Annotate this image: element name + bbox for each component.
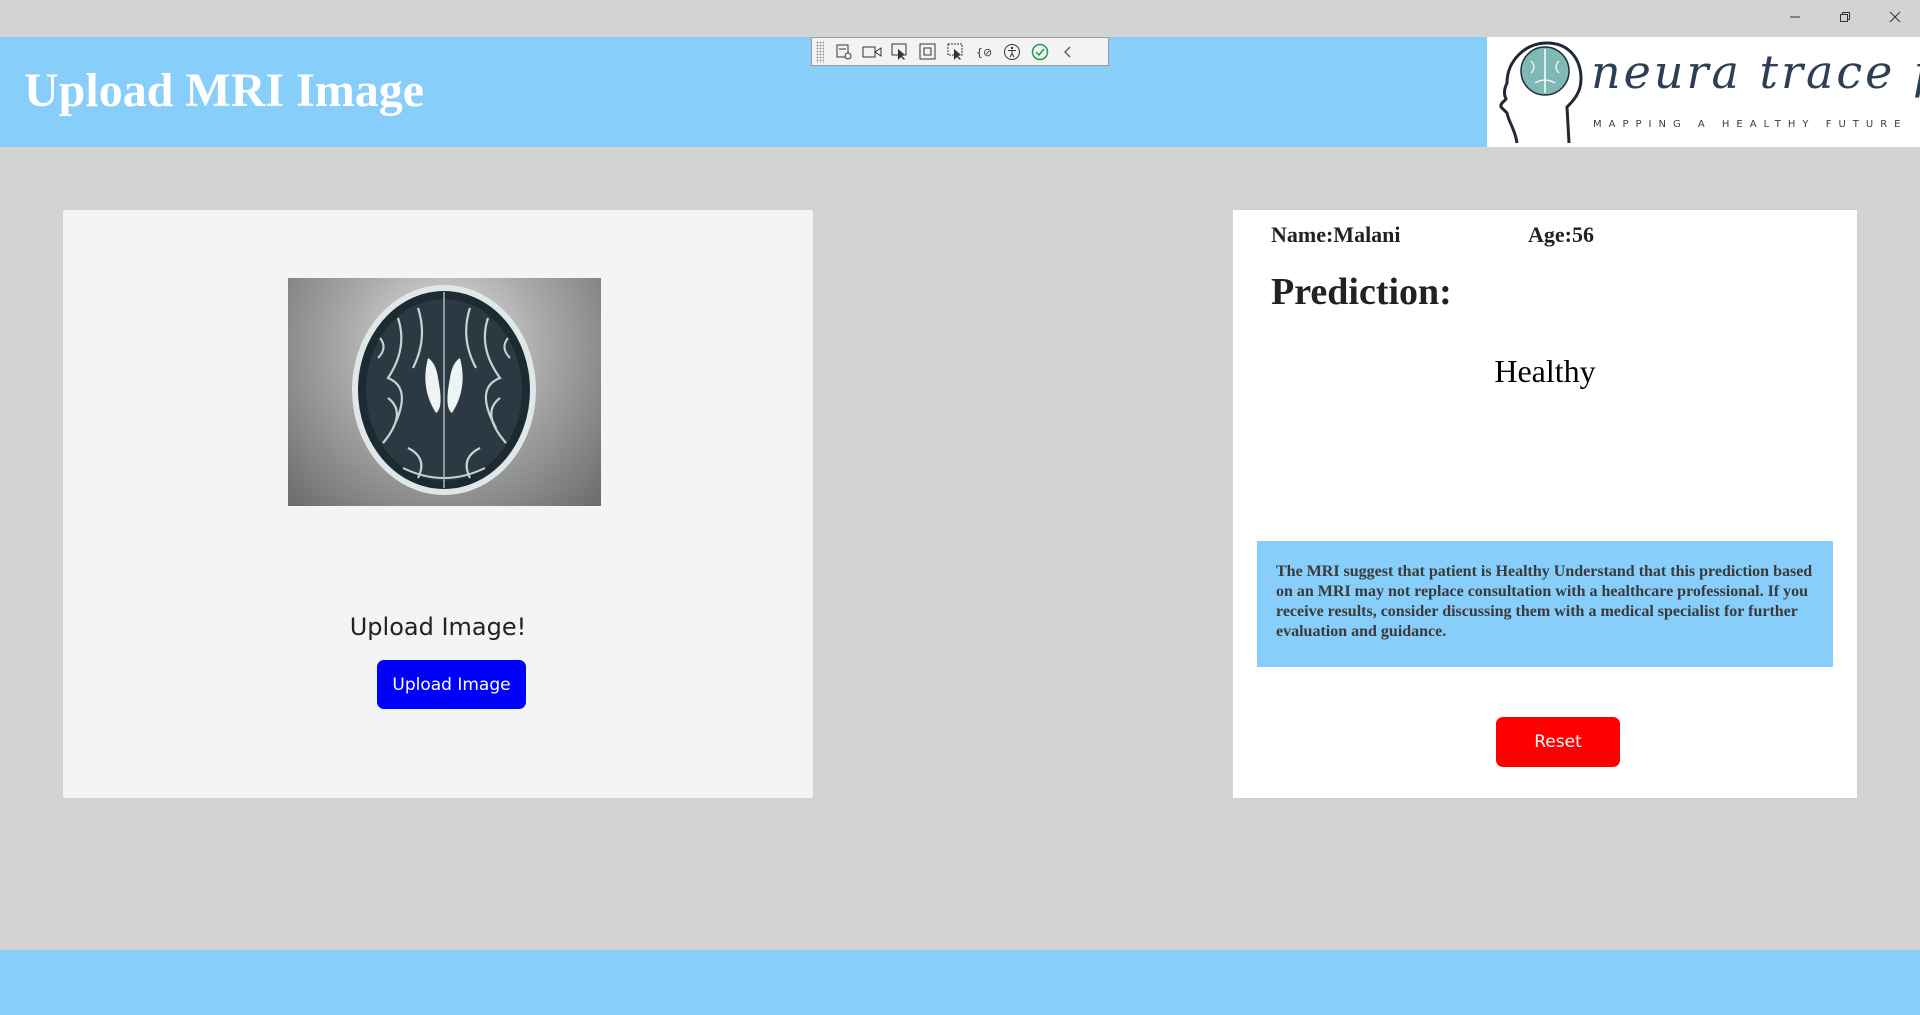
upload-image-button[interactable]: Upload Image — [377, 660, 526, 709]
collapse-icon[interactable] — [1054, 39, 1082, 64]
result-panel: Name:Malani Age:56 Prediction: Healthy T… — [1233, 210, 1857, 798]
reset-button[interactable]: Reset — [1496, 717, 1620, 767]
toolbar-grip[interactable] — [816, 40, 824, 63]
svg-text:{⊘}: {⊘} — [976, 46, 993, 59]
page-title: Upload MRI Image — [24, 64, 425, 117]
track-focus-icon[interactable] — [942, 39, 970, 64]
footer-bar — [0, 950, 1920, 1015]
minimize-icon[interactable] — [1772, 0, 1818, 34]
advice-message: The MRI suggest that patient is Healthy … — [1257, 541, 1833, 667]
xaml-debug-toolbar: {⊘} — [811, 37, 1109, 66]
upload-prompt: Upload Image! — [349, 613, 527, 641]
patient-age: Age:56 — [1528, 222, 1594, 247]
mri-preview-image — [288, 278, 601, 506]
select-element-icon[interactable] — [886, 39, 914, 64]
upload-panel: Upload Image! Upload Image — [63, 210, 813, 798]
checkmark-icon[interactable] — [1026, 39, 1054, 64]
brand-logo: neura trace pd MAPPING A HEALTHY FUTURE — [1487, 37, 1920, 147]
accessibility-checker-icon[interactable] — [998, 39, 1026, 64]
window-titlebar — [0, 0, 1920, 37]
restore-icon[interactable] — [1822, 0, 1868, 34]
binding-failures-icon[interactable]: {⊘} — [970, 39, 998, 64]
display-layout-adorners-icon[interactable] — [914, 39, 942, 64]
patient-name: Name:Malani — [1271, 222, 1401, 247]
close-icon[interactable] — [1872, 0, 1918, 34]
logo-wordmark: neura trace pd — [1591, 45, 1920, 99]
logo-tagline: MAPPING A HEALTHY FUTURE — [1593, 119, 1908, 130]
live-visual-tree-icon[interactable] — [830, 39, 858, 64]
head-brain-icon — [1499, 41, 1583, 144]
prediction-value: Healthy — [1494, 353, 1596, 389]
prediction-label: Prediction: — [1271, 271, 1452, 313]
record-icon[interactable] — [858, 39, 886, 64]
